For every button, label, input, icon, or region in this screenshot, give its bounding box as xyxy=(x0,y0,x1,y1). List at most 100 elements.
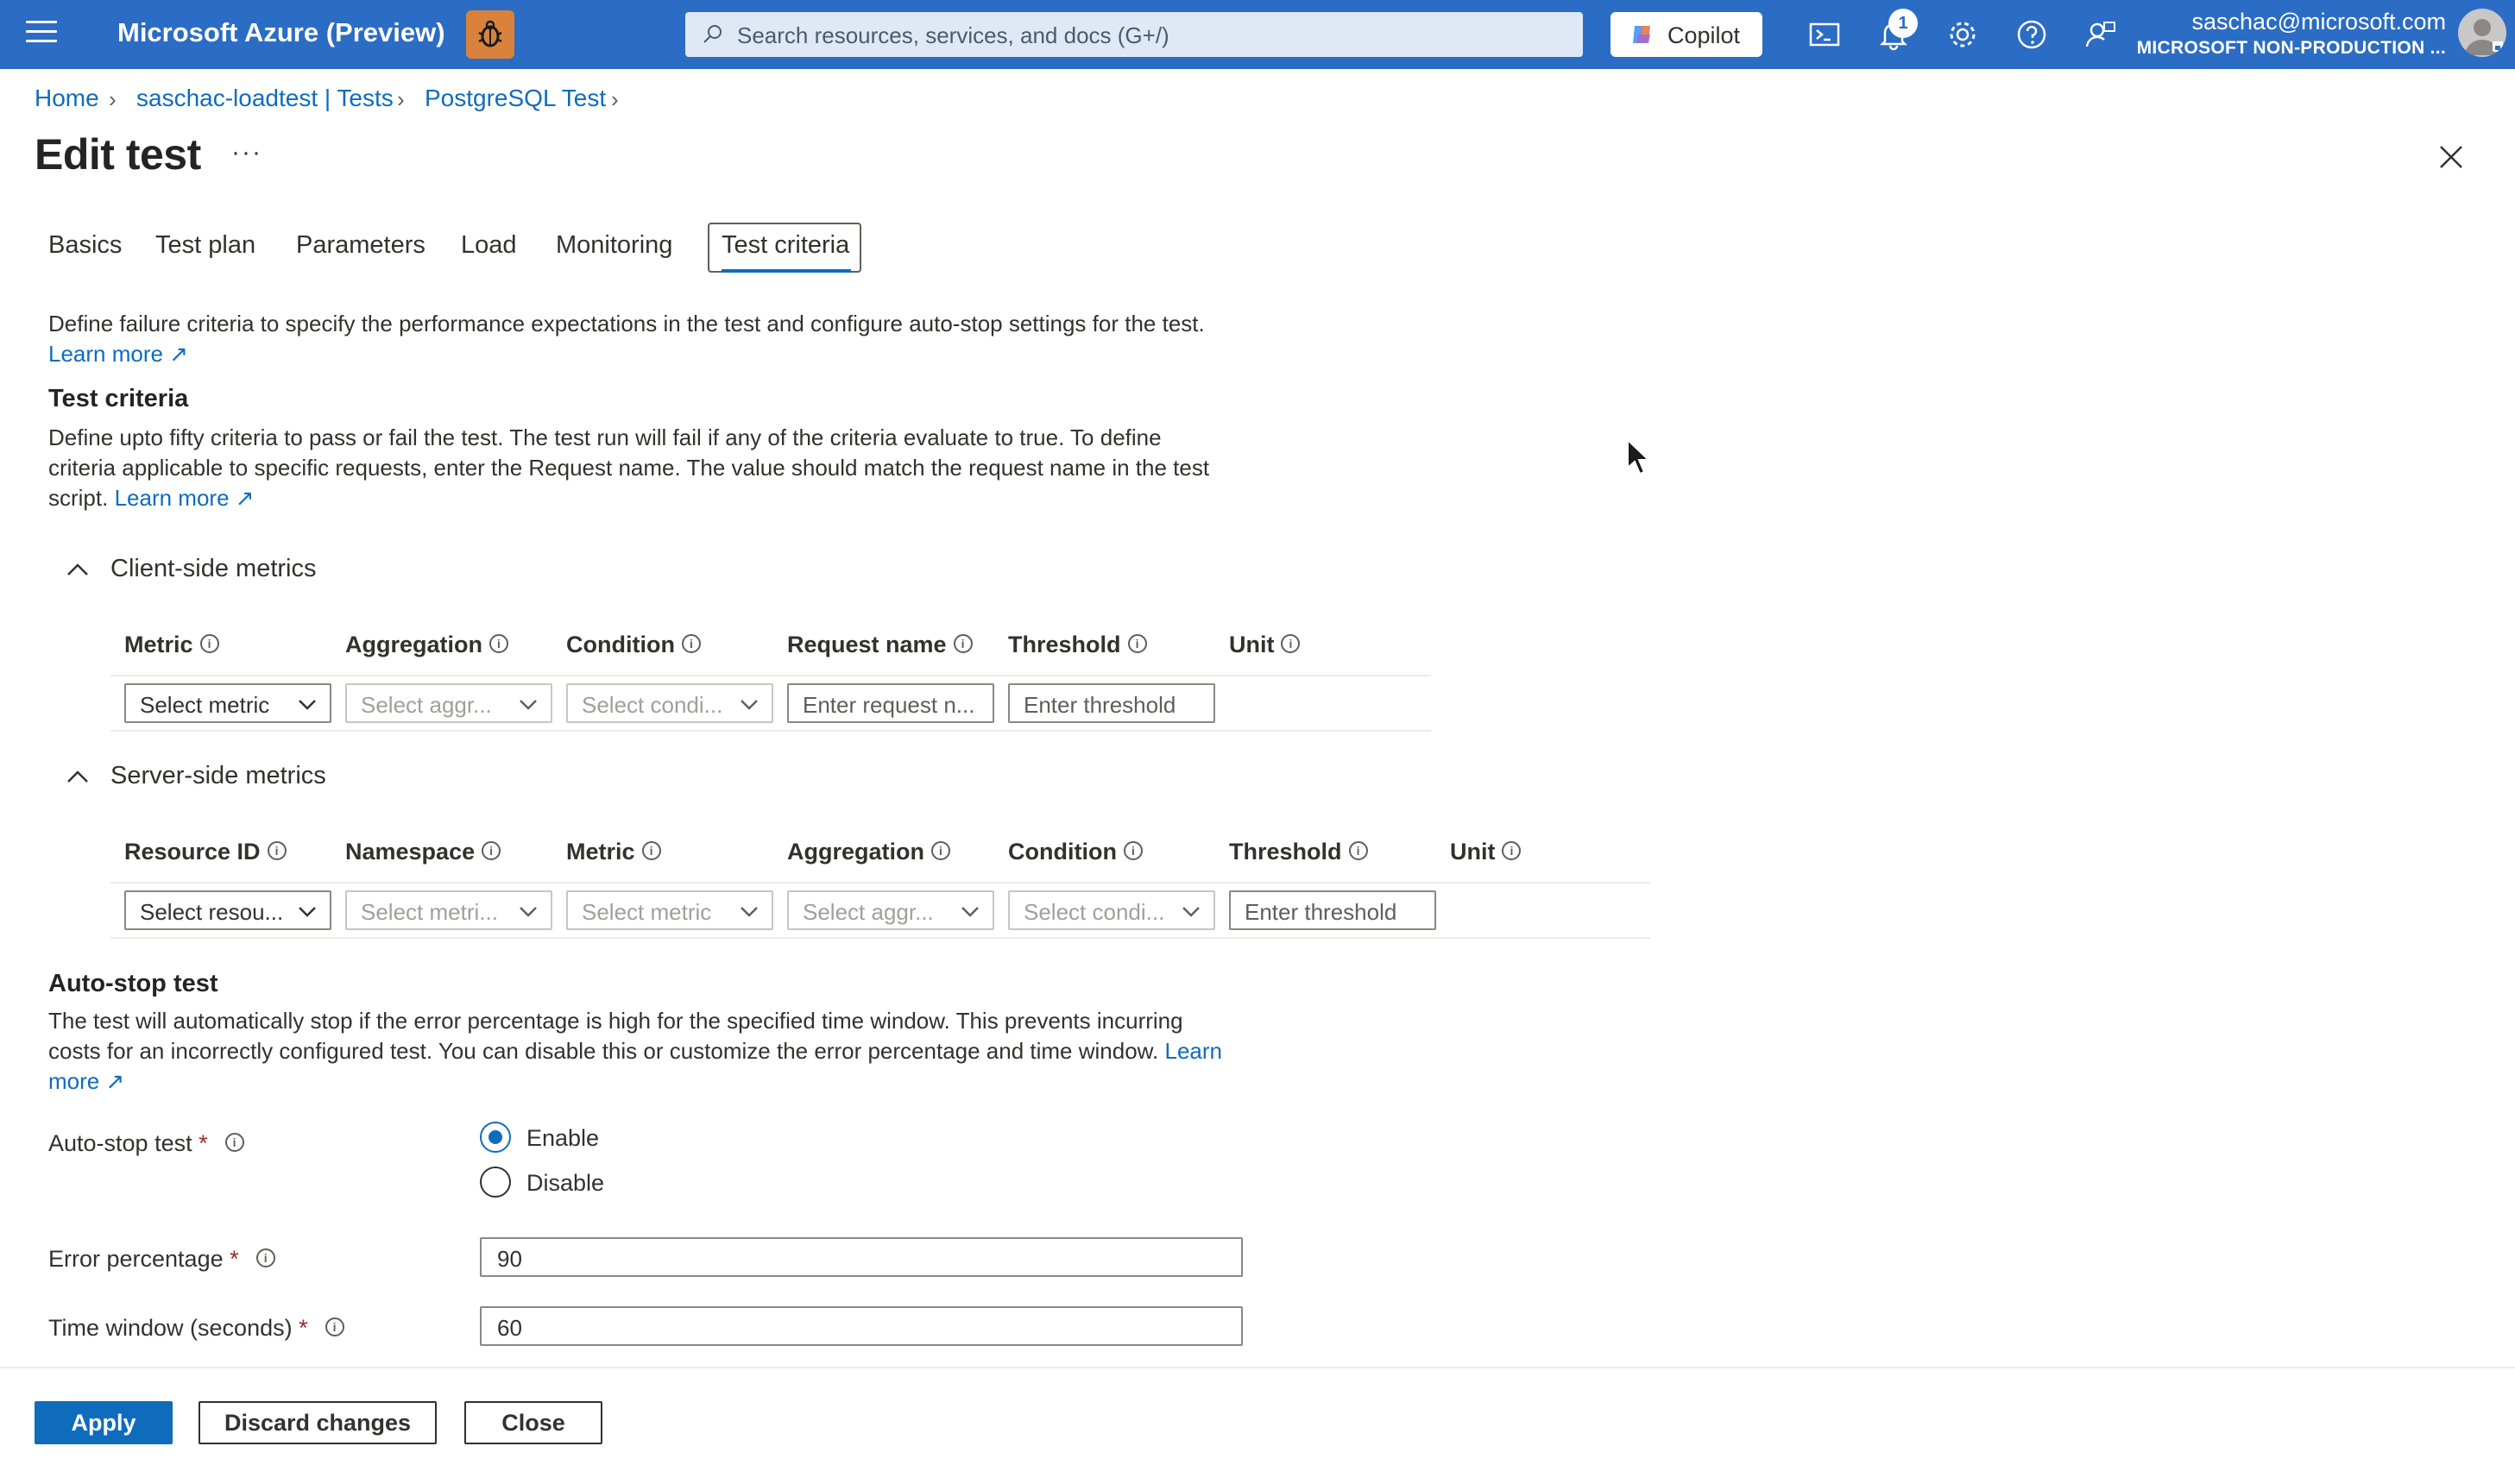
error-percentage-input[interactable]: 90 xyxy=(480,1237,1243,1277)
info-icon[interactable]: i xyxy=(931,840,950,860)
tab-test-plan[interactable]: Test plan xyxy=(155,231,255,260)
chevron-down-icon xyxy=(961,907,979,917)
discard-changes-button[interactable]: Discard changes xyxy=(199,1401,437,1444)
client-condition-dropdown[interactable]: Select condi... xyxy=(566,683,773,723)
column-header-condition: Condition i xyxy=(566,632,701,658)
user-email[interactable]: saschac@microsoft.com xyxy=(2192,9,2446,35)
feedback-icon[interactable] xyxy=(2083,17,2118,52)
tab-load[interactable]: Load xyxy=(461,231,517,260)
enable-radio-label[interactable]: Enable xyxy=(526,1125,599,1152)
top-bar: Microsoft Azure (Preview) Search resourc… xyxy=(0,0,2515,69)
info-icon[interactable]: i xyxy=(255,1248,275,1267)
info-icon[interactable]: i xyxy=(953,633,973,653)
client-side-metrics-toggle[interactable]: Client-side metrics xyxy=(110,555,317,583)
help-icon[interactable] xyxy=(2014,17,2049,52)
chevron-down-icon xyxy=(741,907,758,917)
server-metric-dropdown[interactable]: Select metric xyxy=(566,890,773,930)
breadcrumb-tests[interactable]: saschac-loadtest | Tests xyxy=(136,85,394,112)
bug-icon[interactable] xyxy=(466,10,514,59)
client-aggregation-dropdown[interactable]: Select aggr... xyxy=(345,683,552,723)
copilot-label: Copilot xyxy=(1667,22,1741,48)
gear-icon[interactable] xyxy=(1945,17,1980,52)
namespace-dropdown[interactable]: Select metri... xyxy=(345,890,552,930)
info-icon[interactable]: i xyxy=(1502,840,1522,860)
external-link-icon: ↗ xyxy=(235,485,255,511)
client-threshold-input[interactable]: Enter threshold xyxy=(1008,683,1215,723)
more-options-button[interactable]: ··· xyxy=(231,138,262,167)
close-button[interactable]: Close xyxy=(464,1401,602,1444)
server-side-metrics-toggle[interactable]: Server-side metrics xyxy=(110,762,326,790)
column-header-request-name: Request name i xyxy=(787,632,973,658)
row-divider xyxy=(110,882,1650,883)
cloud-shell-icon[interactable] xyxy=(1807,17,1842,52)
column-header-unit: Unit i xyxy=(1450,839,1522,865)
intro-description: Define failure criteria to specify the p… xyxy=(48,309,1257,369)
disable-radio[interactable] xyxy=(480,1166,511,1198)
info-icon[interactable]: i xyxy=(641,840,661,860)
user-directory[interactable]: MICROSOFT NON-PRODUCTION ... xyxy=(2137,38,2446,59)
time-window-label: Time window (seconds) * i xyxy=(48,1315,344,1342)
column-header-condition: Condition i xyxy=(1008,839,1143,865)
info-icon[interactable]: i xyxy=(482,840,501,860)
tab-parameters[interactable]: Parameters xyxy=(296,231,425,260)
search-icon xyxy=(703,25,722,43)
info-icon[interactable]: i xyxy=(1127,633,1147,653)
disable-radio-label[interactable]: Disable xyxy=(526,1170,604,1197)
notification-count-badge: 1 xyxy=(1888,9,1918,38)
tab-basics[interactable]: Basics xyxy=(48,231,122,260)
test-criteria-description: Define upto fifty criteria to pass or fa… xyxy=(48,423,1222,513)
tab-monitoring[interactable]: Monitoring xyxy=(556,231,672,260)
learn-more-link[interactable]: Learn more ↗ xyxy=(48,341,188,367)
auto-stop-label: Auto-stop test * i xyxy=(48,1130,244,1157)
column-header-threshold: Threshold i xyxy=(1008,632,1147,658)
breadcrumb-home[interactable]: Home xyxy=(35,85,99,112)
server-aggregation-dropdown[interactable]: Select aggr... xyxy=(787,890,994,930)
portal-brand[interactable]: Microsoft Azure (Preview) xyxy=(117,17,445,48)
test-criteria-heading: Test criteria xyxy=(48,385,189,412)
server-threshold-input[interactable]: Enter threshold xyxy=(1229,890,1436,930)
copilot-button[interactable]: Copilot xyxy=(1610,12,1762,57)
external-link-icon: ↗ xyxy=(169,341,188,367)
close-icon[interactable] xyxy=(2436,141,2467,173)
chevron-down-icon xyxy=(1182,907,1200,917)
info-icon[interactable]: i xyxy=(1123,840,1143,860)
avatar[interactable] xyxy=(2458,9,2506,57)
chevron-up-icon[interactable] xyxy=(66,561,90,578)
global-search-input[interactable]: Search resources, services, and docs (G+… xyxy=(685,12,1583,57)
info-icon[interactable]: i xyxy=(224,1132,244,1152)
footer-divider xyxy=(0,1367,2515,1368)
tab-test-criteria[interactable]: Test criteria xyxy=(722,231,849,260)
time-window-input[interactable]: 60 xyxy=(480,1306,1243,1346)
column-header-threshold: Threshold i xyxy=(1229,839,1368,865)
row-divider xyxy=(110,937,1650,939)
learn-more-link[interactable]: Learn more ↗ xyxy=(115,485,255,511)
column-header-metric: Metric i xyxy=(566,839,661,865)
enable-radio[interactable] xyxy=(480,1122,511,1153)
server-condition-dropdown[interactable]: Select condi... xyxy=(1008,890,1215,930)
external-link-icon: ↗ xyxy=(105,1068,125,1094)
info-icon[interactable]: i xyxy=(199,633,219,653)
chevron-right-icon: › xyxy=(611,86,619,112)
chevron-down-icon xyxy=(299,700,316,710)
chevron-right-icon: › xyxy=(397,86,405,112)
info-icon[interactable]: i xyxy=(489,633,508,653)
apply-button[interactable]: Apply xyxy=(35,1401,173,1444)
client-metric-dropdown[interactable]: Select metric xyxy=(124,683,331,723)
intro-text: Define failure criteria to specify the p… xyxy=(48,311,1205,336)
breadcrumb-test[interactable]: PostgreSQL Test xyxy=(425,85,606,112)
mouse-pointer-icon xyxy=(1627,438,1651,475)
page-title: Edit test xyxy=(35,130,201,179)
menu-icon[interactable] xyxy=(26,21,57,48)
request-name-input[interactable]: Enter request n... xyxy=(787,683,994,723)
info-icon[interactable]: i xyxy=(1348,840,1368,860)
resource-id-dropdown[interactable]: Select resou... xyxy=(124,890,331,930)
info-icon[interactable]: i xyxy=(681,633,701,653)
row-divider xyxy=(110,730,1431,732)
auto-stop-description: The test will automatically stop if the … xyxy=(48,1006,1239,1097)
search-placeholder: Search resources, services, and docs (G+… xyxy=(737,22,1169,48)
info-icon[interactable]: i xyxy=(325,1317,344,1336)
info-icon[interactable]: i xyxy=(267,840,287,860)
column-header-namespace: Namespace i xyxy=(345,839,501,865)
chevron-up-icon[interactable] xyxy=(66,768,90,785)
info-icon[interactable]: i xyxy=(1281,633,1301,653)
